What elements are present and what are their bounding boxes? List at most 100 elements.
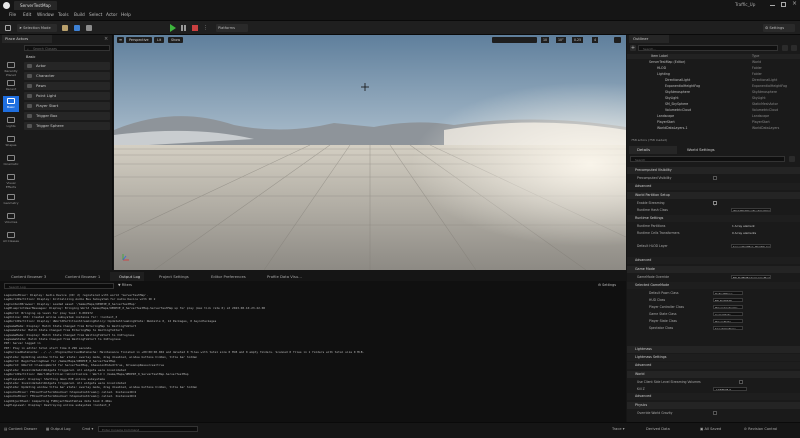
category-all-classes[interactable]: All Classes bbox=[3, 230, 19, 246]
outliner-search-input[interactable]: Search... bbox=[638, 45, 778, 51]
content-drawer-button[interactable]: ▤ Content Drawer bbox=[4, 427, 37, 431]
details-tab[interactable]: Details bbox=[629, 146, 677, 154]
section-advanced[interactable]: Advanced bbox=[627, 393, 800, 400]
menu-window[interactable]: Window bbox=[37, 13, 54, 18]
actor-item-actor[interactable]: Actor bbox=[24, 62, 110, 70]
menu-edit[interactable]: Edit bbox=[23, 13, 31, 18]
tab-content-browser-1[interactable]: Content Browser 1 bbox=[56, 272, 104, 281]
lit-button[interactable]: Lit bbox=[154, 37, 165, 43]
tab-editor-preferences[interactable]: Editor Preferences bbox=[202, 272, 250, 281]
menu-tools[interactable]: Tools bbox=[58, 13, 69, 18]
section-advanced[interactable]: Advanced bbox=[627, 183, 800, 190]
close-tab-icon[interactable]: × bbox=[104, 36, 108, 42]
outliner-row[interactable]: HLOD Folder bbox=[627, 66, 800, 71]
level-viewport[interactable]: ≡ Perspective Lit Show 10 10° 0.25 4 bbox=[114, 35, 626, 270]
player-state-dropdown[interactable]: PlayerState bbox=[713, 319, 743, 323]
cmd-dropdown[interactable]: Cmd ▾ bbox=[82, 427, 93, 431]
tab-output-log[interactable]: Output Log bbox=[110, 272, 145, 281]
category-volumes[interactable]: Volumes bbox=[3, 211, 19, 227]
section-game-mode[interactable]: Game Mode bbox=[627, 266, 800, 273]
more-play-options-icon[interactable]: ⋮ bbox=[203, 25, 208, 31]
kill-z-input[interactable]: -1048575.0 bbox=[713, 387, 747, 391]
category-recent[interactable]: Recent bbox=[3, 78, 19, 94]
outliner-row[interactable]: DirectionalLight DirectionalLight bbox=[627, 78, 800, 83]
platforms-button[interactable]: Platforms bbox=[216, 24, 248, 32]
menu-select[interactable]: Select bbox=[89, 13, 102, 18]
place-actors-tab[interactable]: Place Actors bbox=[2, 35, 52, 43]
maximize-viewport-icon[interactable] bbox=[614, 37, 621, 43]
tab-project-settings[interactable]: Project Settings bbox=[150, 272, 193, 281]
section-precomputed-visibility[interactable]: Precomputed Visibility bbox=[627, 167, 800, 174]
menu-build[interactable]: Build bbox=[74, 13, 85, 18]
menu-file[interactable]: File bbox=[9, 13, 16, 18]
section-runtime-settings[interactable]: Runtime Settings bbox=[627, 215, 800, 222]
precomputed-visibility-checkbox[interactable] bbox=[713, 176, 717, 180]
game-state-dropdown[interactable]: GameState bbox=[713, 312, 743, 316]
category-visual-effects[interactable]: Visual Effects bbox=[3, 172, 19, 189]
outliner-settings-icon[interactable] bbox=[791, 45, 797, 51]
section-selected-gamemode[interactable]: Selected GameMode bbox=[627, 282, 800, 289]
outliner-row[interactable]: WorldDataLayers-1 WorldDataLayers bbox=[627, 126, 800, 131]
player-controller-dropdown[interactable]: PlayerController bbox=[713, 305, 743, 309]
default-pawn-dropdown[interactable]: DefaultPawn bbox=[713, 291, 743, 295]
project-tab[interactable]: ServerTestMap bbox=[14, 1, 57, 10]
settings-button[interactable]: ⚙ Settings bbox=[763, 24, 795, 32]
details-settings-icon[interactable] bbox=[789, 156, 795, 162]
section-advanced[interactable]: Advanced bbox=[627, 257, 800, 264]
category-shapes[interactable]: Shapes bbox=[3, 134, 19, 150]
enable-streaming-checkbox[interactable]: ✓ bbox=[713, 201, 717, 207]
section-world[interactable]: World bbox=[627, 371, 800, 378]
outliner-row[interactable]: Lighting Folder bbox=[627, 72, 800, 77]
section-lightmass-settings[interactable]: Lightmass Settings bbox=[627, 354, 800, 361]
search-input[interactable]: ⌕ Search Classes bbox=[24, 45, 110, 51]
actor-item-pawn[interactable]: Pawn bbox=[24, 82, 110, 90]
section-world-partition[interactable]: World Partition Setup bbox=[627, 192, 800, 199]
world-settings-tab[interactable]: World Settings bbox=[679, 146, 729, 154]
perspective-button[interactable]: Perspective bbox=[126, 37, 152, 43]
actor-item-player-start[interactable]: Player Start bbox=[24, 102, 110, 110]
filters-dropdown[interactable]: ▼ Filters bbox=[118, 283, 132, 287]
viewport-menu-icon[interactable]: ≡ bbox=[117, 37, 124, 43]
log-search-input[interactable]: Search Log bbox=[4, 283, 114, 289]
console-command-input[interactable]: Enter Console Command bbox=[98, 426, 198, 432]
outliner-row[interactable]: SkyAtmosphere SkyAtmosphere bbox=[627, 90, 800, 95]
content-icon[interactable] bbox=[62, 25, 68, 31]
override-gravity-checkbox[interactable] bbox=[713, 411, 717, 415]
hud-class-dropdown[interactable]: BP_TestHUD bbox=[713, 298, 743, 302]
all-saved-button[interactable]: ▣ All Saved bbox=[700, 427, 721, 431]
menu-actor[interactable]: Actor bbox=[106, 13, 117, 18]
log-settings-button[interactable]: ⚙ Settings bbox=[598, 283, 616, 287]
col-type[interactable]: Type bbox=[752, 54, 759, 59]
grid-snap-value[interactable]: 10 bbox=[541, 37, 550, 43]
rotation-snap-value[interactable]: 10° bbox=[556, 37, 566, 43]
trace-button[interactable]: Trace ▾ bbox=[612, 427, 625, 431]
outliner-row[interactable]: SM_SkySphere StaticMeshActor bbox=[627, 102, 800, 107]
blueprint-icon[interactable] bbox=[74, 25, 80, 31]
section-lightmass[interactable]: Lightmass bbox=[627, 346, 800, 353]
details-search-input[interactable]: Search bbox=[630, 156, 785, 162]
scale-snap-value[interactable]: 0.25 bbox=[572, 37, 584, 43]
outliner-row[interactable]: PlayerStart PlayerStart bbox=[627, 120, 800, 125]
category-recently-placed[interactable]: Recently Placed bbox=[3, 60, 19, 77]
show-button[interactable]: Show bbox=[168, 37, 184, 43]
revision-control-button[interactable]: ⊘ Revision Control bbox=[744, 427, 777, 431]
tab-content-browser-3[interactable]: Content Browser 3 bbox=[2, 272, 50, 281]
menu-help[interactable]: Help bbox=[121, 13, 131, 18]
category-basic[interactable]: Basic bbox=[3, 96, 19, 112]
outliner-row[interactable]: ExponentialHeightFog ExponentialHeightFog bbox=[627, 84, 800, 89]
outliner-tab[interactable]: Outliner bbox=[629, 35, 669, 43]
section-advanced[interactable]: Advanced bbox=[627, 362, 800, 369]
spectator-class-dropdown[interactable]: SpectatorPawn bbox=[713, 326, 743, 330]
maximize-button[interactable] bbox=[781, 2, 786, 7]
runtime-hash-dropdown[interactable]: WorldPartitionRuntimeHashSet bbox=[731, 208, 771, 212]
category-lights[interactable]: Lights bbox=[3, 115, 19, 131]
transform-tools[interactable] bbox=[492, 37, 537, 43]
outliner-add-icon[interactable]: + bbox=[630, 45, 636, 51]
col-item-label[interactable]: Item Label bbox=[627, 54, 668, 58]
section-physics[interactable]: Physics bbox=[627, 402, 800, 409]
tab-profile-data[interactable]: Profile Data Visu... bbox=[258, 272, 306, 281]
outliner-row[interactable]: SkyLight SkyLight bbox=[627, 96, 800, 101]
output-log-button[interactable]: ▦ Output Log bbox=[46, 427, 71, 431]
close-button[interactable]: × bbox=[792, 0, 797, 7]
actor-item-trigger-sphere[interactable]: Trigger Sphere bbox=[24, 122, 110, 130]
